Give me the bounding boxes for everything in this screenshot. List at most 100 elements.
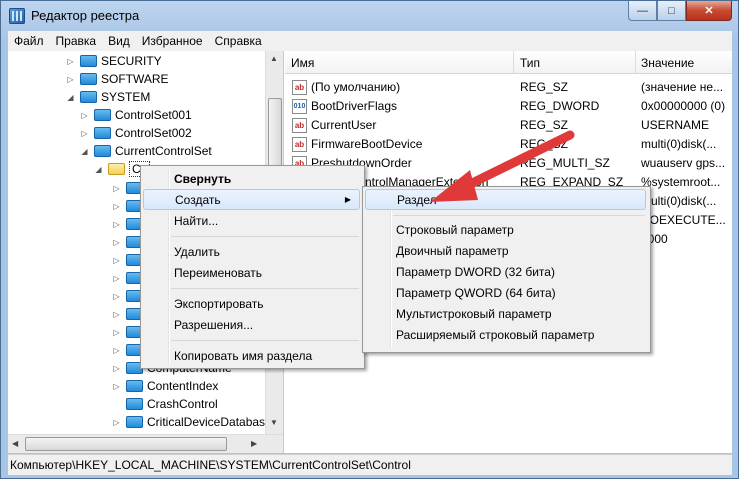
- scroll-right-icon[interactable]: ▶: [251, 439, 257, 448]
- value-name: (По умолчанию): [311, 80, 401, 94]
- value-data: %systemroot...: [641, 175, 721, 189]
- value-type: REG_DWORD: [520, 99, 600, 113]
- tree-node-label: SYSTEM: [101, 90, 151, 104]
- string-value-icon: ab: [292, 137, 307, 152]
- folder-icon: [126, 380, 143, 392]
- tree-node-label: SOFTWARE: [101, 72, 169, 86]
- delete-menu-item[interactable]: Удалить: [143, 241, 360, 262]
- tree-horizontal-scrollbar[interactable]: ◀ ▶: [8, 434, 283, 453]
- new-expandstring-value-item[interactable]: Расширяемый строковый параметр: [365, 324, 646, 345]
- column-header-type[interactable]: Тип: [520, 56, 540, 70]
- tree-node-label: CrashControl: [147, 397, 218, 411]
- value-type: REG_SZ: [520, 80, 569, 94]
- menu-view[interactable]: Вид: [102, 31, 136, 48]
- scroll-down-icon[interactable]: ▼: [270, 418, 278, 427]
- minimize-button[interactable]: —: [628, 1, 657, 21]
- value-data: multi(0)disk(...: [641, 137, 717, 151]
- expand-icon[interactable]: ▷: [66, 75, 75, 84]
- value-data: NOEXECUTE...: [641, 213, 726, 227]
- string-value-icon: ab: [292, 80, 307, 95]
- menu-separator: [171, 288, 359, 289]
- tree-node-label: ContentIndex: [147, 379, 219, 393]
- menu-separator: [171, 236, 359, 237]
- tree-node-crashcontrol[interactable]: CrashControl: [112, 395, 218, 413]
- tree-node-software[interactable]: ▷ SOFTWARE: [66, 70, 169, 88]
- permissions-menu-item[interactable]: Разрешения...: [143, 314, 360, 335]
- tree-node-security[interactable]: ▷ SECURITY: [66, 52, 162, 70]
- list-row[interactable]: 010 BootDriverFlags REG_DWORD 0x00000000 (0…: [285, 96, 732, 115]
- maximize-button[interactable]: □: [657, 1, 686, 21]
- column-header-name[interactable]: Имя: [291, 56, 314, 70]
- new-binary-value-item[interactable]: Двоичный параметр: [365, 240, 646, 261]
- value-data: (значение не...: [641, 80, 724, 94]
- rename-menu-item[interactable]: Переименовать: [143, 262, 360, 283]
- list-row[interactable]: ab CurrentUser REG_SZ USERNAME: [285, 115, 732, 134]
- submenu-arrow-icon: ▶: [344, 195, 351, 204]
- menu-edit[interactable]: Правка: [50, 31, 103, 48]
- horizontal-scroll-thumb[interactable]: [25, 437, 227, 451]
- close-button[interactable]: ✕: [686, 1, 732, 21]
- scroll-up-icon[interactable]: ▲: [270, 54, 278, 63]
- menu-help[interactable]: Справка: [209, 31, 268, 48]
- copy-key-name-menu-item[interactable]: Копировать имя раздела: [143, 345, 360, 366]
- value-type: REG_MULTI_SZ: [520, 156, 610, 170]
- expand-icon[interactable]: ▷: [112, 382, 121, 391]
- context-menu: Свернуть Создать ▶ Найти... Удалить Переи…: [140, 165, 365, 369]
- collapse-icon[interactable]: ◢: [66, 93, 75, 102]
- tree-node-controlset001[interactable]: ▷ ControlSet001: [80, 106, 191, 124]
- create-submenu: Раздел Строковый параметр Двоичный парам…: [362, 186, 651, 353]
- tree-node-contentindex[interactable]: ▷ ContentIndex: [112, 377, 218, 395]
- expand-icon[interactable]: ▷: [112, 364, 121, 373]
- collapse-menu-item[interactable]: Свернуть: [143, 168, 360, 189]
- export-menu-item[interactable]: Экспортировать: [143, 293, 360, 314]
- binary-value-icon: 010: [292, 99, 307, 114]
- value-type: REG_SZ: [520, 118, 569, 132]
- collapse-icon[interactable]: ◢: [94, 165, 103, 174]
- new-multistring-value-item[interactable]: Мультистроковый параметр: [365, 303, 646, 324]
- expand-icon[interactable]: ▷: [80, 129, 89, 138]
- menu-separator: [393, 215, 645, 216]
- string-value-icon: ab: [292, 118, 307, 133]
- tree-node-label: SECURITY: [101, 54, 162, 68]
- tree-node-criticaldevicedatabase[interactable]: ▷ CriticalDeviceDatabas: [112, 413, 265, 431]
- tree-node-label: ControlSet002: [115, 126, 192, 140]
- folder-icon: [126, 398, 143, 410]
- value-data: wuauserv gps...: [641, 156, 726, 170]
- menu-bar: Файл Правка Вид Избранное Справка: [8, 31, 732, 52]
- value-name: FirmwareBootDevice: [311, 137, 423, 151]
- folder-icon: [80, 55, 97, 67]
- folder-icon: [94, 109, 111, 121]
- value-data: 2000: [641, 232, 668, 246]
- list-row[interactable]: ab (По умолчанию) REG_SZ (значение не...: [285, 77, 732, 96]
- caption-buttons: — □ ✕: [628, 1, 732, 21]
- new-qword-value-item[interactable]: Параметр QWORD (64 бита): [365, 282, 646, 303]
- folder-icon: [126, 416, 143, 428]
- status-bar: Компьютер\HKEY_LOCAL_MACHINE\SYSTEM\Curr…: [8, 454, 732, 475]
- new-key-menu-item[interactable]: Раздел: [365, 189, 646, 210]
- scroll-left-icon[interactable]: ◀: [12, 439, 18, 448]
- menu-separator: [171, 340, 359, 341]
- expand-icon[interactable]: ▷: [112, 418, 121, 427]
- column-header-value[interactable]: Значение: [641, 56, 694, 70]
- folder-icon: [80, 73, 97, 85]
- expand-icon[interactable]: ▷: [80, 111, 89, 120]
- find-menu-item[interactable]: Найти...: [143, 210, 360, 231]
- value-name: CurrentUser: [311, 118, 377, 132]
- tree-node-controlset002[interactable]: ▷ ControlSet002: [80, 124, 192, 142]
- new-dword-value-item[interactable]: Параметр DWORD (32 бита): [365, 261, 646, 282]
- tree-node-system[interactable]: ◢ SYSTEM: [66, 88, 150, 106]
- new-string-value-item[interactable]: Строковый параметр: [365, 219, 646, 240]
- create-menu-item[interactable]: Создать ▶: [143, 189, 360, 210]
- collapse-icon[interactable]: ◢: [80, 147, 89, 156]
- value-name: BootDriverFlags: [311, 99, 398, 113]
- expand-icon[interactable]: ▷: [66, 57, 75, 66]
- regedit-app-icon: [9, 8, 25, 24]
- title-bar[interactable]: Редактор реестра — □ ✕: [1, 1, 738, 31]
- tree-node-label: CriticalDeviceDatabas: [147, 415, 266, 429]
- menu-favorites[interactable]: Избранное: [136, 31, 209, 48]
- value-data: 0x00000000 (0): [641, 99, 726, 113]
- tree-node-currentcontrolset[interactable]: ◢ CurrentControlSet: [80, 142, 211, 160]
- menu-file[interactable]: Файл: [8, 31, 50, 48]
- open-folder-icon: [108, 163, 125, 175]
- list-row[interactable]: ab FirmwareBootDevice REG_SZ multi(0)disk(.…: [285, 134, 732, 153]
